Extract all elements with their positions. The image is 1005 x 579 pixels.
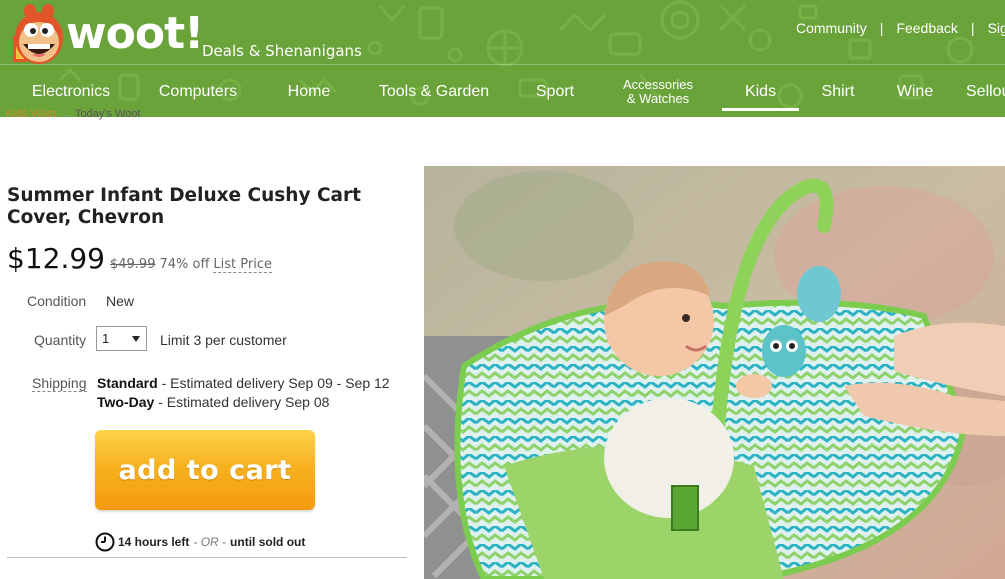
community-link[interactable]: Community [796,20,867,36]
quantity-select[interactable]: 1 [96,326,147,351]
shipping-estimate: - Estimated delivery Sep 08 [154,394,330,410]
add-to-cart-label: add to cart [118,454,292,486]
nav-item-sport[interactable]: Sport [526,66,584,117]
feedback-link[interactable]: Feedback [896,20,957,36]
site-header: woot! Deals & Shenanigans Community | Fe… [0,0,1005,117]
product-photo[interactable] [424,166,1005,579]
list-price-info-link[interactable]: List Price [213,257,272,273]
nav-item-home[interactable]: Home [278,66,340,117]
breadcrumb: Kids.Woot → Today's Woot [6,108,140,122]
chevron-down-icon [132,336,140,342]
time-left: 14 hours left [118,535,190,549]
quantity-limit: Limit 3 per customer [160,332,287,348]
nav-item-wine[interactable]: Wine [887,66,943,117]
until-sold-out: until sold out [230,535,306,549]
shipping-method: Standard [97,375,158,391]
nav-divider [0,64,1005,65]
nav-item-accessories-line1: Accessories [622,76,694,92]
product-title: Summer Infant Deluxe Cushy Cart Cover, C… [7,185,361,228]
shipping-method: Two-Day [97,394,155,410]
link-separator: | [879,20,884,36]
breadcrumb-current: Today's Woot [74,108,141,120]
nav-item-shirt[interactable]: Shirt [811,66,865,117]
shipping-option-standard: Standard - Estimated delivery Sep 09 - S… [97,375,390,391]
condition-value: New [106,293,135,309]
breadcrumb-arrow: → [59,108,71,120]
shipping-option-two-day: Two-Day - Estimated delivery Sep 08 [97,394,329,410]
header-links: Community | Feedback | Sign [796,20,1005,36]
sale-price: $12.99 [7,242,105,275]
quantity-label: Quantity [34,332,87,348]
logo-wordmark: woot! [66,8,204,59]
discount-percent: 74% off [159,257,210,272]
clock-icon [95,532,115,552]
list-price-value: $49.99 [109,257,156,272]
nav-item-accessories-watches[interactable]: Accessories & Watches [612,66,704,117]
link-separator: | [970,20,975,36]
woot-monkey-mascot-icon [13,4,63,64]
breadcrumb-parent-link[interactable]: Kids.Woot [6,108,56,120]
nav-item-accessories-line2: & Watches [626,90,690,106]
logo-tagline: Deals & Shenanigans [202,42,362,60]
quantity-select-value: 1 [102,331,110,346]
category-nav: Electronics Computers Home Tools & Garde… [0,66,1005,117]
price-row: $12.99 $49.99 74% off List Price [7,242,272,275]
sign-in-link[interactable]: Sign [988,20,1005,36]
woot-logo[interactable]: woot! Deals & Shenanigans [6,4,366,66]
deal-timer: 14 hours left - OR - until sold out [95,532,305,552]
shipping-info-link[interactable]: Shipping [32,375,87,392]
shipping-estimate: - Estimated delivery Sep 09 - Sep 12 [157,375,390,391]
nav-item-computers[interactable]: Computers [150,66,246,117]
nav-item-sellout[interactable]: Sellout [966,66,1005,117]
section-divider [7,557,407,558]
nav-item-kids[interactable]: Kids [722,66,799,117]
timer-or: - OR - [193,535,227,549]
nav-item-tools-garden[interactable]: Tools & Garden [371,66,497,117]
condition-label: Condition [27,293,87,309]
add-to-cart-button[interactable]: add to cart [95,430,315,510]
